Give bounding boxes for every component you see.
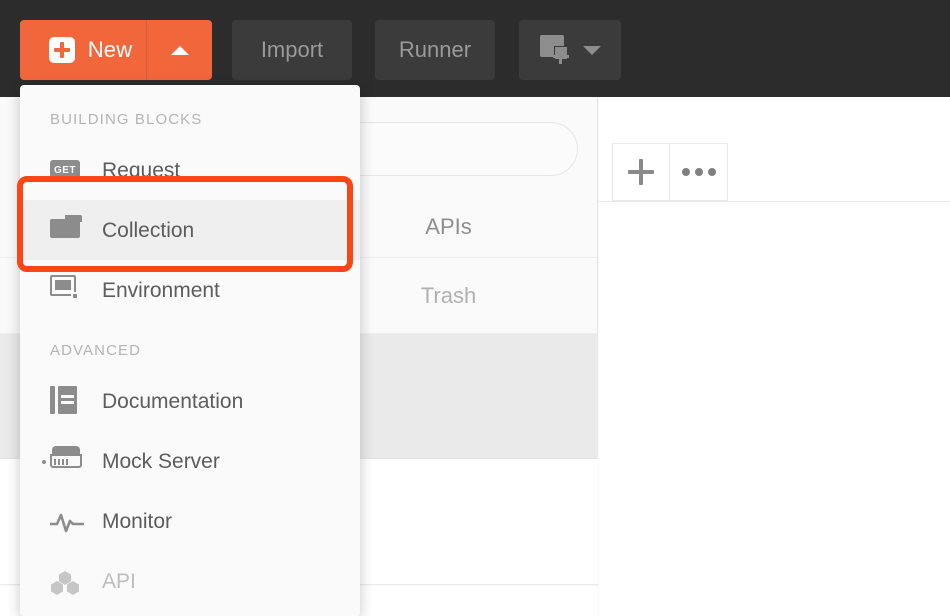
plus-square-icon	[48, 37, 75, 63]
import-button[interactable]: Import	[232, 20, 352, 80]
menu-item-environment[interactable]: Environment	[20, 260, 360, 320]
tab-trash-label: Trash	[420, 282, 477, 308]
get-badge-text: GET	[50, 160, 80, 181]
import-button-label: Import	[260, 37, 324, 62]
request-tab-strip	[612, 143, 728, 201]
runner-button-label: Runner	[398, 37, 472, 62]
new-window-button[interactable]	[519, 20, 621, 80]
menu-item-api[interactable]: API	[20, 551, 360, 611]
menu-section-building-blocks-title: BUILDING BLOCKS	[50, 111, 203, 128]
caret-down-icon	[582, 45, 601, 55]
menu-section-advanced-title: ADVANCED	[50, 342, 142, 359]
book-icon	[50, 386, 84, 416]
ellipsis-icon	[681, 168, 716, 176]
new-button[interactable]: New	[20, 20, 146, 80]
menu-item-environment-label: Environment	[102, 278, 220, 302]
menu-item-api-label: API	[102, 569, 136, 593]
menu-item-monitor[interactable]: Monitor	[20, 491, 360, 551]
tab-more-options-button[interactable]	[670, 143, 728, 201]
menu-item-mock-server[interactable]: Mock Server	[20, 431, 360, 491]
folder-icon	[50, 215, 84, 245]
main-pane-divider	[599, 201, 950, 202]
get-badge-icon: GET	[50, 155, 84, 185]
new-window-icon	[539, 35, 574, 65]
postman-window: New Import Runner Collections	[0, 0, 950, 616]
menu-item-mock-server-label: Mock Server	[102, 449, 220, 473]
menu-item-request-label: Request	[102, 158, 181, 182]
menu-item-monitor-label: Monitor	[102, 509, 173, 533]
top-toolbar: New Import Runner	[0, 0, 950, 97]
new-button-label: New	[87, 37, 133, 62]
hexagons-icon	[50, 566, 84, 596]
new-dropdown-menu: BUILDING BLOCKS GET Request Collection E…	[20, 85, 360, 616]
new-tab-button[interactable]	[612, 143, 670, 201]
menu-item-documentation[interactable]: Documentation	[20, 371, 360, 431]
tab-apis-label: APIs	[425, 213, 472, 239]
main-pane	[599, 97, 950, 616]
menu-item-collection[interactable]: Collection	[20, 200, 360, 260]
caret-up-icon	[170, 45, 189, 55]
plus-icon	[628, 159, 654, 185]
new-dropdown-toggle[interactable]	[146, 20, 212, 80]
menu-item-request[interactable]: GET Request	[20, 140, 360, 200]
environment-icon	[50, 275, 84, 305]
server-icon	[42, 446, 84, 476]
menu-item-collection-label: Collection	[102, 218, 195, 242]
runner-button[interactable]: Runner	[375, 20, 495, 80]
pulse-icon	[49, 506, 85, 536]
menu-item-documentation-label: Documentation	[102, 389, 244, 413]
